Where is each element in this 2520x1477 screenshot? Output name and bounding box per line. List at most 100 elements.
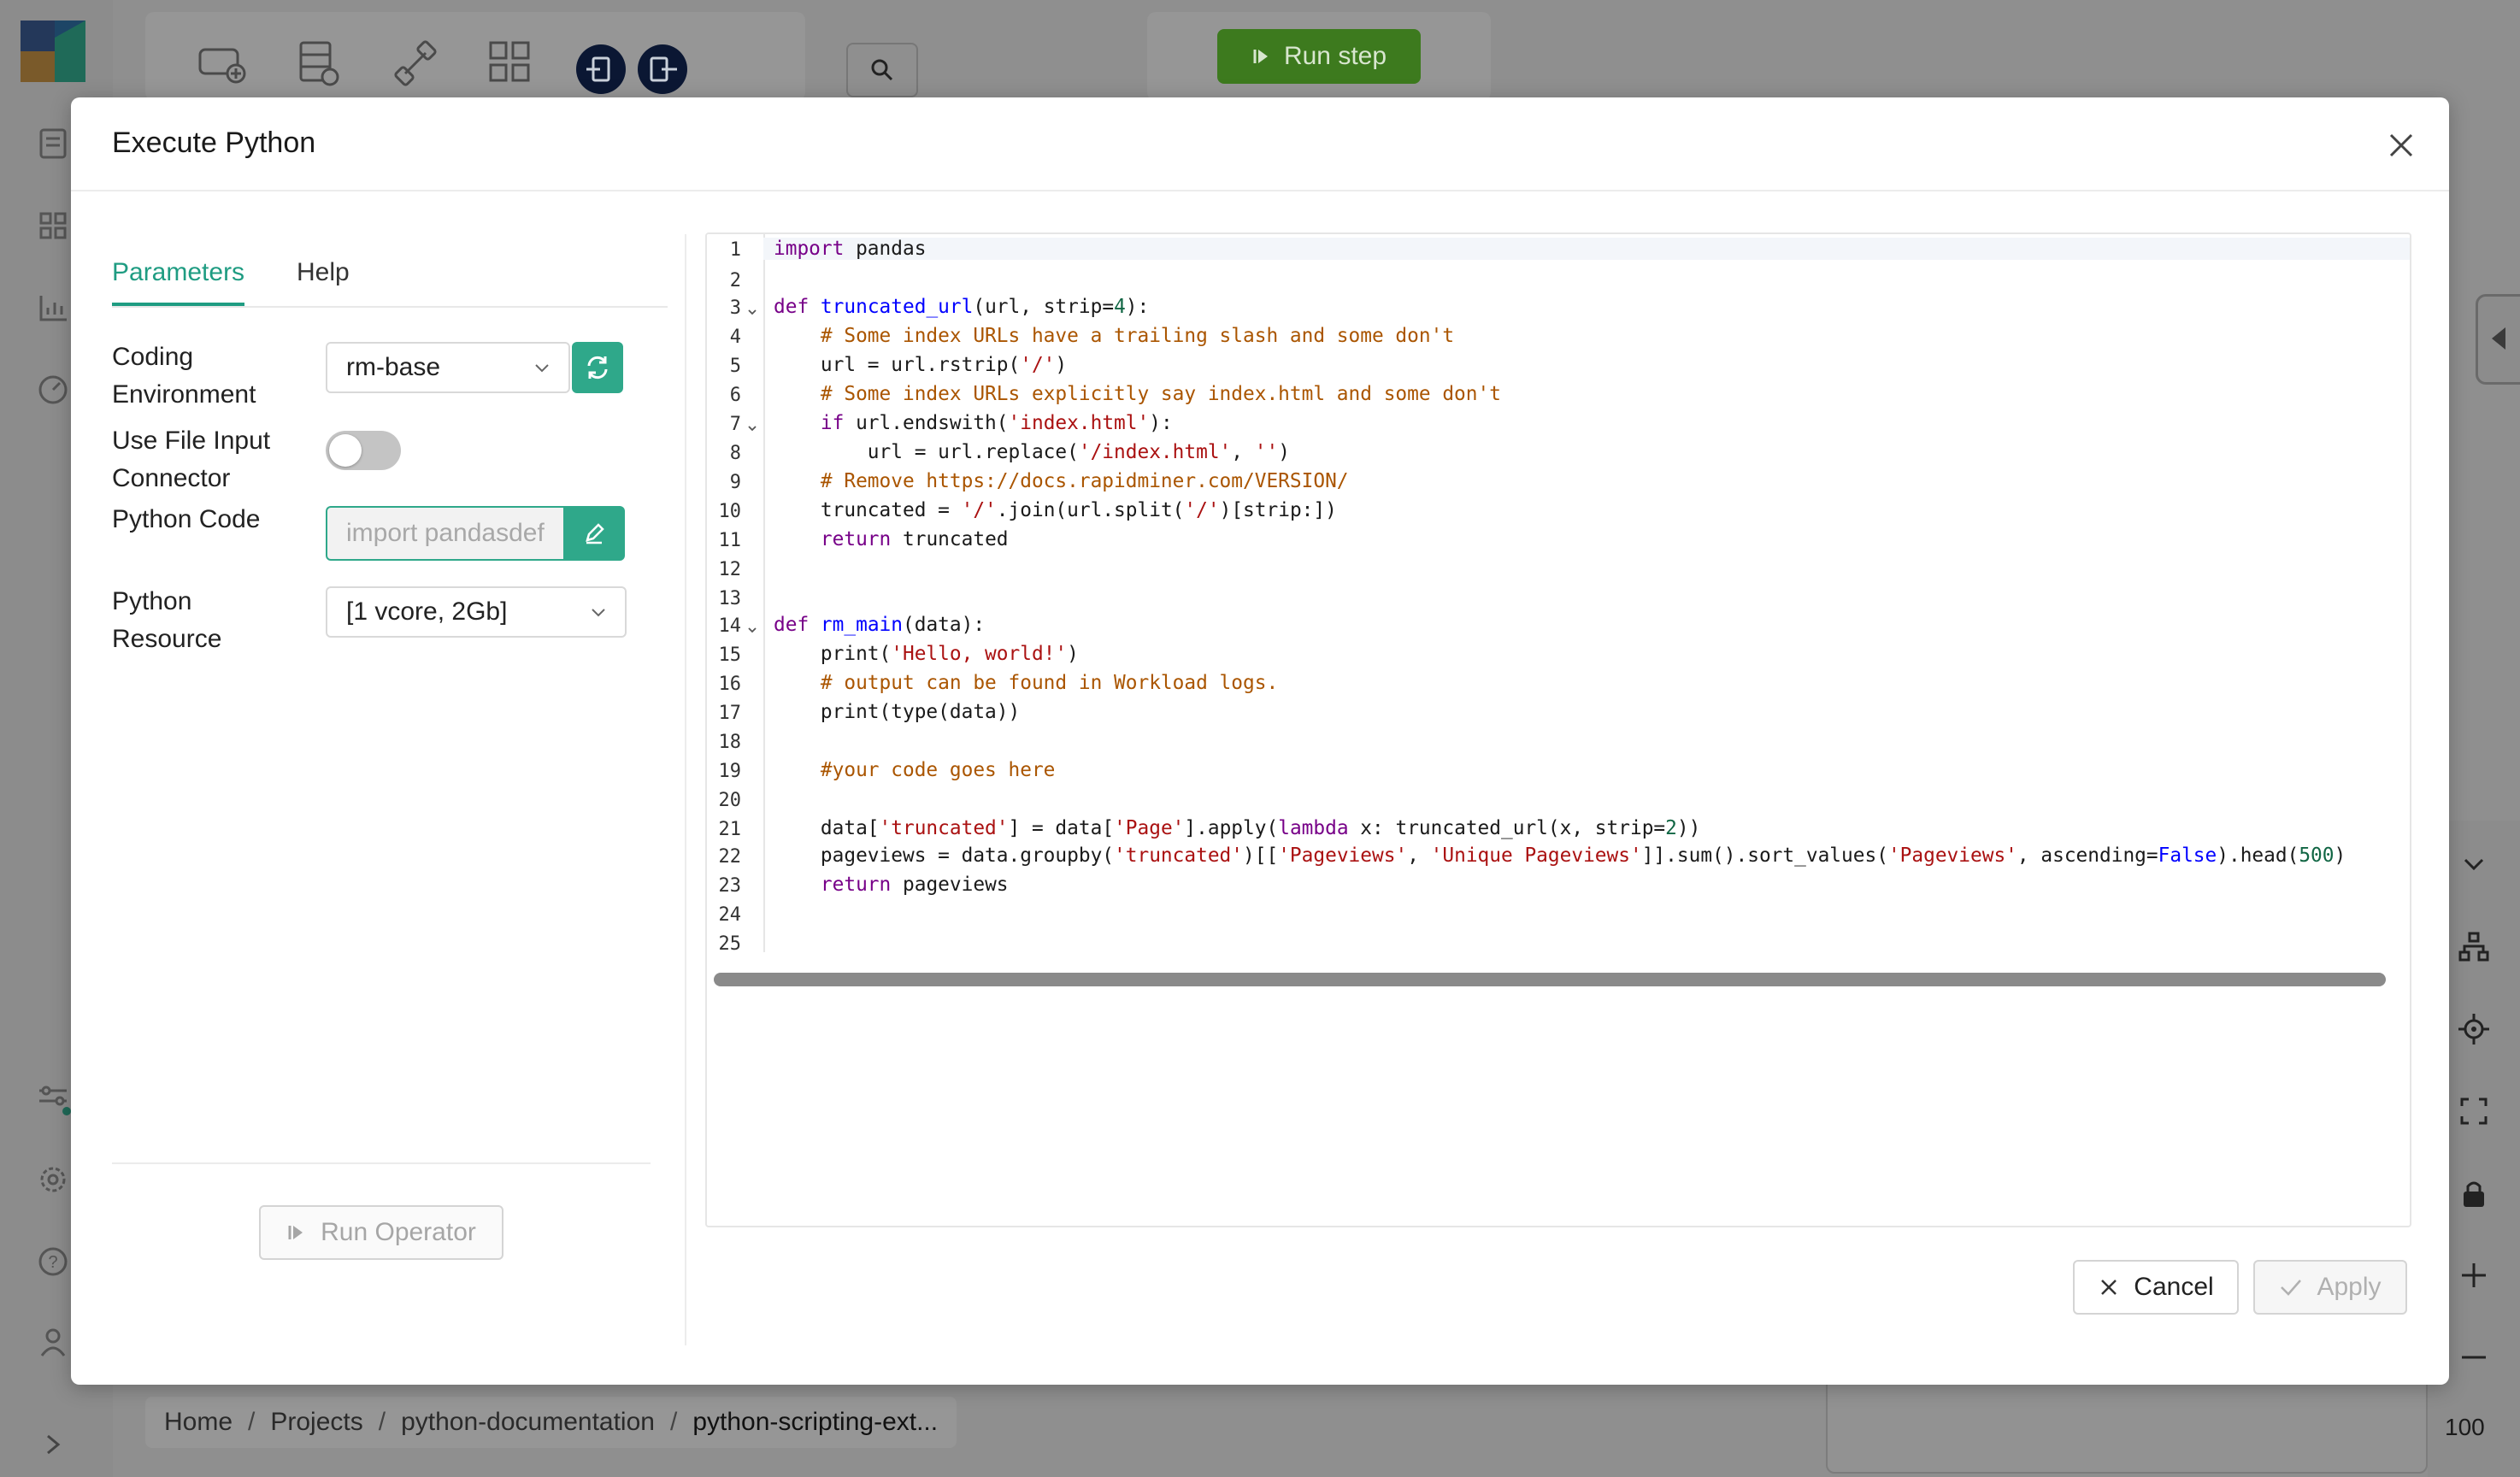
line-number: 2 [729,270,741,291]
import-icon[interactable] [576,44,626,94]
toggle-knob [329,434,362,467]
add-dataset-icon[interactable] [291,36,345,91]
fold-chevron-icon[interactable] [746,422,758,434]
zoom-in-icon[interactable] [2455,1256,2493,1294]
python-code-label: Python Code [112,505,261,533]
divider [112,1162,651,1164]
line-number: 1 [729,239,741,261]
use-file-input-toggle[interactable] [326,431,401,470]
checkmark-icon [2281,1280,2302,1296]
code-line: # Remove https://docs.rapidminer.com/VER… [820,470,1349,492]
breadcrumb-separator: / [378,1408,386,1436]
run-step-button[interactable]: Run step [1217,29,1421,84]
line-number: 16 [718,674,742,695]
dialog-header: Execute Python [71,97,2449,191]
horizontal-scrollbar[interactable] [714,973,2386,986]
line-number: 11 [718,530,742,551]
zoom-out-icon[interactable] [2455,1339,2493,1376]
chevron-down-icon [535,364,549,373]
dashboard-grid-icon[interactable] [34,207,72,244]
run-operator-button[interactable]: Run Operator [259,1205,503,1260]
line-number-gutter: 1 2 3 4 5 6 7 8 9 10 11 12 13 14 15 16 17 18 19 20 21 22 23 24 2… [707,234,765,955]
code-line: url = url.rstrip('/') [774,354,1068,376]
fullscreen-icon[interactable] [2455,1092,2493,1130]
widgets-grid-icon[interactable] [484,36,539,91]
fold-chevron-icon[interactable] [746,624,758,636]
gauge-icon[interactable] [34,371,72,409]
cancel-button[interactable]: Cancel [2073,1260,2239,1315]
line-number: 21 [718,819,742,840]
line-number: 24 [718,904,742,926]
center-target-icon[interactable] [2455,1010,2493,1048]
code-line: url = url.replace('/index.html', '') [774,441,1290,463]
line-number: 17 [718,703,742,724]
line-number: 9 [729,472,741,493]
code-text-area[interactable]: import pandas def truncated_url(url, str… [763,234,2410,952]
divider [685,234,686,1345]
breadcrumb-current: python-scripting-ext... [692,1408,939,1436]
line-number: 13 [718,588,742,609]
close-dialog-button[interactable] [2382,127,2420,164]
caret-left-icon [2492,327,2505,350]
code-line: print('Hello, world!') [774,643,1079,665]
line-number: 5 [729,356,741,377]
python-code-field[interactable] [326,506,565,561]
refresh-environment-button[interactable] [572,342,623,393]
export-icon[interactable] [638,44,687,94]
collapse-panel-handle[interactable] [2476,294,2520,385]
auto-layout-icon[interactable] [2455,928,2493,966]
dialog-tabs: Parameters Help [112,250,668,308]
fold-chevron-icon[interactable] [746,306,758,318]
code-line: return truncated [820,528,1009,550]
breadcrumb-projects[interactable]: Projects [270,1408,362,1437]
line-number: 3 [729,297,741,319]
line-number: 22 [718,846,742,868]
execute-python-dialog: Execute Python Parameters Help Coding En… [71,97,2449,1385]
expand-sidebar-icon[interactable] [38,1429,68,1460]
code-line: data['truncated'] = data['Page'].apply(l… [774,817,1701,839]
line-number: 8 [729,443,741,464]
breadcrumb-home[interactable]: Home [164,1408,233,1437]
settings-gear-icon[interactable] [34,1161,72,1198]
line-number: 20 [718,790,742,811]
lock-icon[interactable] [2455,1174,2493,1212]
bar-chart-icon[interactable] [34,289,72,327]
close-icon [2389,133,2413,157]
breadcrumb-separator: / [669,1408,678,1436]
help-icon[interactable]: ? [34,1243,72,1280]
code-line: # Some index URLs explicitly say index.h… [820,383,1501,405]
line-number: 18 [718,732,742,753]
code-editor[interactable]: 1 2 3 4 5 6 7 8 9 10 11 12 13 14 15 16 17 18 19 20 21 22 23 24 2… [705,232,2411,1227]
python-resource-select[interactable]: [1 vcore, 2Gb] [326,586,627,638]
apply-button[interactable]: Apply [2253,1260,2407,1315]
code-line: # output can be found in Workload logs. [820,672,1279,694]
edit-code-button[interactable] [563,506,625,561]
line-number: 15 [718,644,742,666]
dialog-title: Execute Python [112,127,316,159]
connect-plug-icon[interactable] [388,36,443,91]
code-line: def rm_main(data): [774,614,986,636]
line-number: 14 [718,615,742,637]
apply-label: Apply [2317,1273,2382,1301]
connections-icon[interactable] [34,1079,72,1116]
line-number: 10 [718,501,742,522]
step-play-icon [1253,50,1268,63]
line-number: 7 [729,414,741,435]
chevron-down-icon[interactable] [2455,846,2493,884]
toolbar-search-button[interactable] [846,43,918,97]
tab-help[interactable]: Help [297,258,350,303]
refresh-icon [587,356,608,380]
add-operator-icon[interactable] [195,36,250,91]
line-number: 25 [718,933,742,955]
documents-icon[interactable] [34,125,72,162]
tab-parameters[interactable]: Parameters [112,258,245,306]
breadcrumb-project[interactable]: python-documentation [401,1408,655,1437]
svg-text:?: ? [48,1253,57,1272]
close-icon [2101,1280,2117,1295]
line-number: 19 [718,761,742,782]
coding-environment-select[interactable]: rm-base [326,342,570,393]
user-profile-icon[interactable] [34,1323,72,1361]
code-line: #your code goes here [820,759,1056,781]
line-number: 12 [718,559,742,580]
process-toolbar [145,12,918,101]
